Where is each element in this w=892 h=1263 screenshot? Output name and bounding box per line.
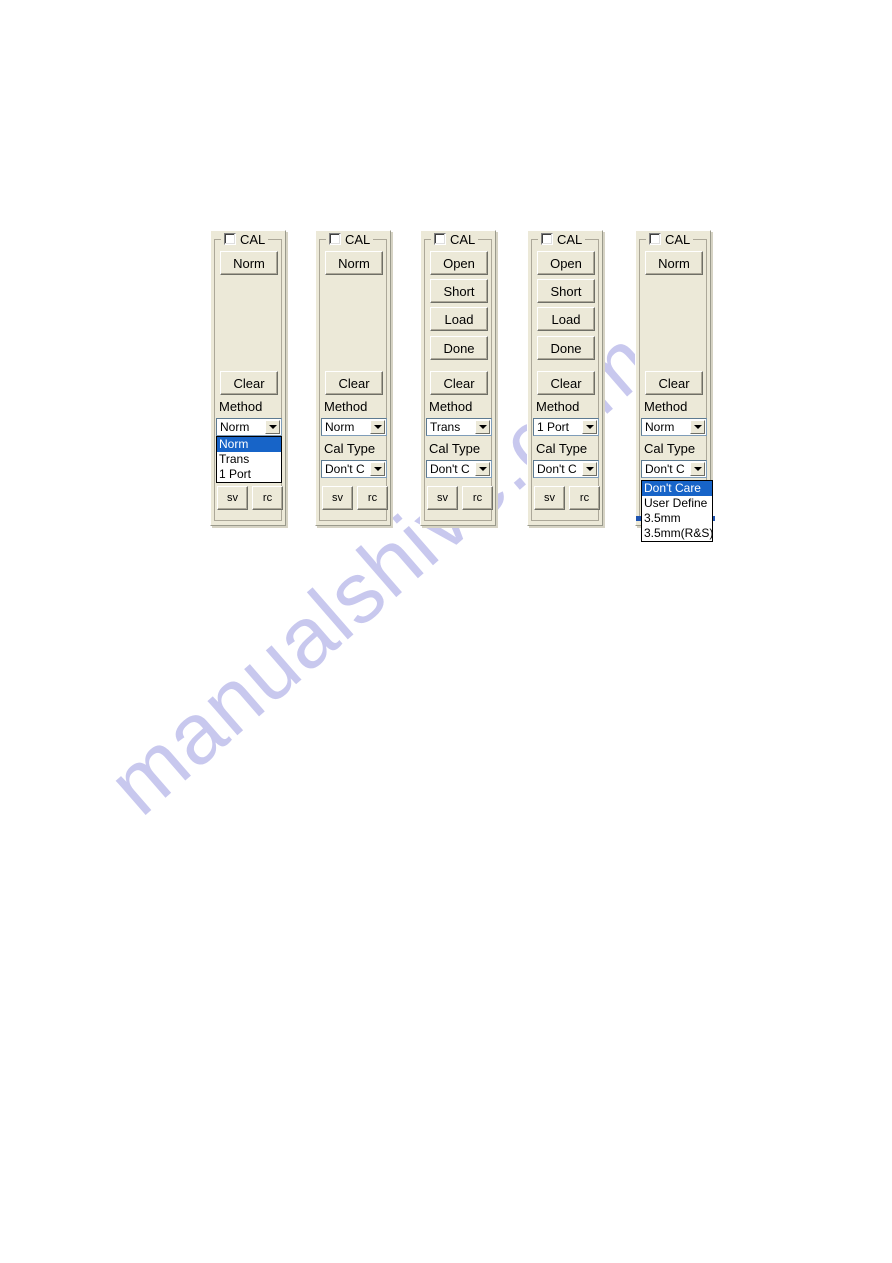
cal-type-option-dont-care[interactable]: Don't Care [642,481,712,496]
method-label: Method [219,399,263,414]
method-combobox-value: Trans [430,420,461,434]
cal-checkbox[interactable] [541,233,553,245]
sv-button[interactable]: sv [427,486,458,510]
method-label: Method [324,399,368,414]
clear-button[interactable]: Clear [220,371,278,395]
method-option-norm[interactable]: Norm [217,437,281,452]
cal-type-combobox-value: Don't C [430,462,470,476]
method-label: Method [644,399,688,414]
load-button[interactable]: Load [537,307,595,331]
norm-button[interactable]: Norm [645,251,703,275]
cal-checkbox[interactable] [224,233,236,245]
done-button[interactable]: Done [537,336,595,360]
method-label: Method [429,399,473,414]
rc-button[interactable]: rc [252,486,283,510]
cal-type-combobox-value: Don't C [537,462,577,476]
rc-button[interactable]: rc [569,486,600,510]
sv-button[interactable]: sv [217,486,248,510]
cal-type-combobox[interactable]: Don't C [641,460,707,478]
clear-button[interactable]: Clear [537,371,595,395]
method-combobox-arrow[interactable] [582,420,597,434]
load-button[interactable]: Load [430,307,488,331]
method-combobox-arrow[interactable] [690,420,705,434]
method-dropdown-list[interactable]: Norm Trans 1 Port [216,436,282,483]
chevron-down-icon [478,425,487,429]
cal-group-label: CAL [345,231,371,247]
chevron-down-icon [693,425,702,429]
cal-type-option-user-define[interactable]: User Define [642,496,712,511]
cal-type-combobox-arrow[interactable] [690,462,705,476]
chevron-down-icon [373,467,382,471]
cal-type-combobox[interactable]: Don't C [533,460,599,478]
cal-type-combobox-value: Don't C [325,462,365,476]
sv-button[interactable]: sv [322,486,353,510]
chevron-down-icon [585,467,594,471]
cal-type-label: Cal Type [536,441,588,456]
clear-button[interactable]: Clear [645,371,703,395]
cal-panel-1port: CAL Open Short Load Done Clear Method 1 … [527,230,605,528]
cal-group-label: CAL [450,231,476,247]
cal-type-combobox-arrow[interactable] [475,462,490,476]
cal-panel-norm-method-open: CAL Norm Clear Method Norm Norm Trans 1 … [210,230,288,528]
rc-button[interactable]: rc [462,486,493,510]
cal-group-legend: CAL [221,231,269,247]
chevron-down-icon [585,425,594,429]
norm-button[interactable]: Norm [325,251,383,275]
cal-type-label: Cal Type [429,441,481,456]
clear-button[interactable]: Clear [430,371,488,395]
method-option-trans[interactable]: Trans [217,452,281,467]
method-combobox-value: Norm [645,420,675,434]
chevron-down-icon [693,467,702,471]
short-button[interactable]: Short [430,279,488,303]
chevron-down-icon [373,425,382,429]
method-option-1port[interactable]: 1 Port [217,467,281,482]
short-button[interactable]: Short [537,279,595,303]
cal-type-option-3-5mm-rs[interactable]: 3.5mm(R&S) [642,526,712,541]
cal-type-combobox-arrow[interactable] [582,462,597,476]
cal-panel-norm: CAL Norm Clear Method Norm Cal Type Don'… [315,230,393,528]
method-label: Method [536,399,580,414]
clear-button[interactable]: Clear [325,371,383,395]
chevron-down-icon [478,467,487,471]
cal-type-label: Cal Type [644,441,696,456]
cal-type-label: Cal Type [324,441,376,456]
chevron-down-icon [268,425,277,429]
cal-group-legend: CAL [646,231,694,247]
cal-type-combobox-value: Don't C [645,462,685,476]
norm-button[interactable]: Norm [220,251,278,275]
cal-type-option-3-5mm[interactable]: 3.5mm [642,511,712,526]
cal-group-label: CAL [665,231,691,247]
method-combobox[interactable]: Norm [321,418,387,436]
open-button[interactable]: Open [537,251,595,275]
method-combobox[interactable]: Norm [641,418,707,436]
cal-panel-trans: CAL Open Short Load Done Clear Method Tr… [420,230,498,528]
method-combobox-value: Norm [325,420,355,434]
cal-checkbox[interactable] [434,233,446,245]
cal-group-legend: CAL [431,231,479,247]
sv-button[interactable]: sv [534,486,565,510]
open-button[interactable]: Open [430,251,488,275]
cal-checkbox[interactable] [329,233,341,245]
watermark-text: manualshive.com [90,311,671,834]
method-combobox-arrow[interactable] [265,420,280,434]
method-combobox-value: Norm [220,420,250,434]
done-button[interactable]: Done [430,336,488,360]
cal-group-legend: CAL [538,231,586,247]
cal-type-combobox-arrow[interactable] [370,462,385,476]
cal-checkbox[interactable] [649,233,661,245]
cal-type-dropdown-list[interactable]: Don't Care User Define 3.5mm 3.5mm(R&S) [641,480,713,542]
method-combobox[interactable]: 1 Port [533,418,599,436]
cal-type-combobox[interactable]: Don't C [426,460,492,478]
cal-group-label: CAL [240,231,266,247]
cal-group-legend: CAL [326,231,374,247]
rc-button[interactable]: rc [357,486,388,510]
method-combobox[interactable]: Trans [426,418,492,436]
method-combobox-arrow[interactable] [370,420,385,434]
method-combobox-arrow[interactable] [475,420,490,434]
cal-group-label: CAL [557,231,583,247]
cal-type-combobox[interactable]: Don't C [321,460,387,478]
method-combobox-value: 1 Port [537,420,570,434]
method-combobox[interactable]: Norm [216,418,282,436]
